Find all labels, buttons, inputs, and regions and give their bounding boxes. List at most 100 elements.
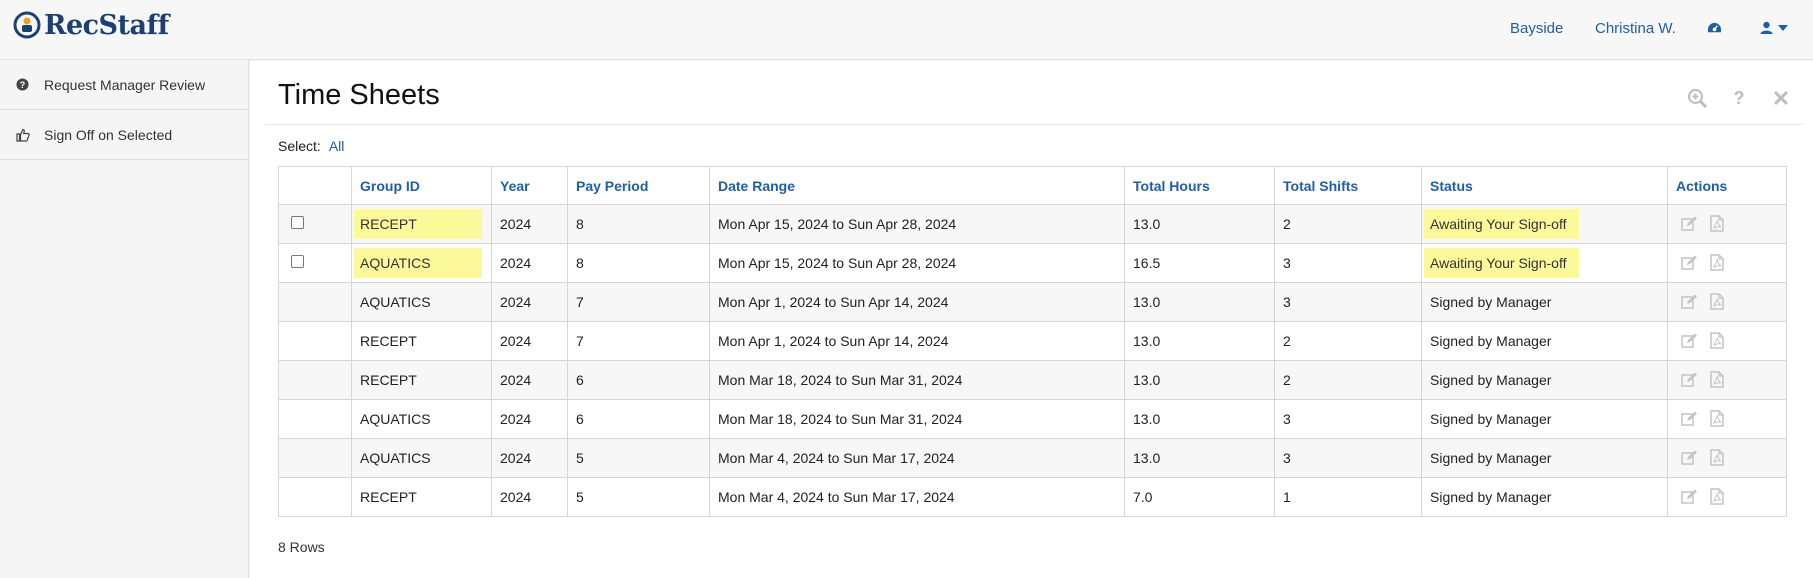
select-cell <box>278 243 352 283</box>
user-name-label[interactable]: Christina W. <box>1595 20 1676 37</box>
user-menu-button[interactable] <box>1760 0 1788 56</box>
sidebar: ? Request Manager Review Sign Off on Sel… <box>0 60 249 578</box>
row-select-checkbox[interactable] <box>291 215 304 229</box>
column-header-total-hours[interactable]: Total Hours <box>1124 166 1275 205</box>
table-row[interactable]: RECEPT 2024 8 Mon Apr 15, 2024 to Sun Apr 2… <box>278 204 1787 244</box>
status-cell: Signed by Manager <box>1421 438 1668 478</box>
total-hours-cell: 13.0 <box>1124 204 1275 244</box>
select-column-header <box>278 166 352 205</box>
table-row[interactable]: RECEPT 2024 6 Mon Mar 18, 2024 to Sun Mar 3… <box>278 360 1787 400</box>
edit-icon[interactable] <box>1680 214 1698 234</box>
help-icon[interactable]: ? <box>1729 88 1749 108</box>
table-row[interactable]: AQUATICS 2024 6 Mon Mar 18, 2024 to Sun Mar… <box>278 399 1787 439</box>
pay-period-cell: 7 <box>567 282 710 322</box>
thumbs-up-icon <box>16 128 44 142</box>
app-logo[interactable]: RecStaff <box>12 8 169 42</box>
zoom-in-icon[interactable] <box>1687 88 1707 108</box>
status-value: Awaiting Your Sign-off <box>1424 248 1579 278</box>
pdf-file-icon[interactable] <box>1708 448 1726 468</box>
year-cell: 2024 <box>491 321 568 361</box>
year-cell: 2024 <box>491 204 568 244</box>
pdf-file-icon[interactable] <box>1708 487 1726 507</box>
group-id-cell: AQUATICS <box>351 438 492 478</box>
total-shifts-cell: 3 <box>1274 399 1422 439</box>
sign-off-selected-button[interactable]: Sign Off on Selected <box>0 110 248 160</box>
user-name-link[interactable]: Christina W. <box>1595 0 1676 56</box>
timesheets-table: Group ID Year Pay Period Date Range Tota… <box>278 166 1787 517</box>
location-label[interactable]: Bayside <box>1510 20 1563 37</box>
pdf-file-icon[interactable] <box>1708 292 1726 312</box>
edit-icon[interactable] <box>1680 292 1698 312</box>
row-select-checkbox[interactable] <box>291 254 304 268</box>
column-header-status[interactable]: Status <box>1421 166 1668 205</box>
svg-text:?: ? <box>1734 89 1745 107</box>
date-range-cell: Mon Mar 18, 2024 to Sun Mar 31, 2024 <box>709 360 1125 400</box>
group-id-value: AQUATICS <box>360 450 431 466</box>
table-row[interactable]: AQUATICS 2024 7 Mon Apr 1, 2024 to Sun Apr … <box>278 282 1787 322</box>
edit-icon[interactable] <box>1680 448 1698 468</box>
pdf-file-icon[interactable] <box>1708 331 1726 351</box>
edit-icon[interactable] <box>1680 409 1698 429</box>
column-header-pay-period[interactable]: Pay Period <box>567 166 710 205</box>
total-hours-cell: 13.0 <box>1124 399 1275 439</box>
pay-period-cell: 5 <box>567 438 710 478</box>
group-id-cell: RECEPT <box>351 321 492 361</box>
year-cell: 2024 <box>491 360 568 400</box>
column-header-total-shifts[interactable]: Total Shifts <box>1274 166 1422 205</box>
close-icon[interactable] <box>1771 88 1791 108</box>
user-icon <box>1760 21 1773 34</box>
location-link[interactable]: Bayside <box>1510 0 1563 56</box>
status-cell: Signed by Manager <box>1421 321 1668 361</box>
pdf-file-icon[interactable] <box>1708 253 1726 273</box>
group-id-value: RECEPT <box>360 489 417 505</box>
edit-icon[interactable] <box>1680 331 1698 351</box>
column-header-actions: Actions <box>1667 166 1787 205</box>
actions-cell <box>1667 399 1787 439</box>
group-id-value: RECEPT <box>354 209 482 239</box>
date-range-cell: Mon Mar 4, 2024 to Sun Mar 17, 2024 <box>709 477 1125 517</box>
select-cell <box>278 321 352 361</box>
edit-icon[interactable] <box>1680 370 1698 390</box>
row-count: 8 Rows <box>278 539 325 555</box>
group-id-value: RECEPT <box>360 372 417 388</box>
table-row[interactable]: AQUATICS 2024 8 Mon Apr 15, 2024 to Sun Apr… <box>278 243 1787 283</box>
pdf-file-icon[interactable] <box>1708 409 1726 429</box>
actions-cell <box>1667 321 1787 361</box>
select-all-link[interactable]: All <box>329 138 345 154</box>
logo-text: RecStaff <box>44 9 169 41</box>
select-cell <box>278 360 352 400</box>
column-header-group-id[interactable]: Group ID <box>351 166 492 205</box>
table-row[interactable]: AQUATICS 2024 5 Mon Mar 4, 2024 to Sun Mar … <box>278 438 1787 478</box>
table-row[interactable]: RECEPT 2024 7 Mon Apr 1, 2024 to Sun Apr 14… <box>278 321 1787 361</box>
status-value: Signed by Manager <box>1430 372 1552 388</box>
total-shifts-cell: 3 <box>1274 282 1422 322</box>
date-range-cell: Mon Apr 15, 2024 to Sun Apr 28, 2024 <box>709 204 1125 244</box>
actions-cell <box>1667 243 1787 283</box>
page-title: Time Sheets <box>278 79 440 111</box>
pdf-file-icon[interactable] <box>1708 370 1726 390</box>
total-hours-cell: 13.0 <box>1124 360 1275 400</box>
table-row[interactable]: RECEPT 2024 5 Mon Mar 4, 2024 to Sun Mar 17… <box>278 477 1787 517</box>
status-cell: Signed by Manager <box>1421 360 1668 400</box>
edit-icon[interactable] <box>1680 487 1698 507</box>
request-manager-review-button[interactable]: ? Request Manager Review <box>0 60 248 110</box>
title-divider <box>265 124 1803 125</box>
panel-tools: ? <box>1687 88 1791 108</box>
group-id-cell: RECEPT <box>351 204 492 244</box>
pdf-file-icon[interactable] <box>1708 214 1726 234</box>
group-id-value: AQUATICS <box>354 248 482 278</box>
edit-icon[interactable] <box>1680 253 1698 273</box>
status-value: Signed by Manager <box>1430 489 1552 505</box>
status-value: Signed by Manager <box>1430 333 1552 349</box>
dashboard-icon[interactable] <box>1707 0 1722 56</box>
caret-down-icon <box>1778 25 1788 31</box>
select-cell <box>278 399 352 439</box>
group-id-cell: AQUATICS <box>351 243 492 283</box>
year-cell: 2024 <box>491 399 568 439</box>
select-cell <box>278 204 352 244</box>
status-value: Awaiting Your Sign-off <box>1424 209 1579 239</box>
column-header-date-range[interactable]: Date Range <box>709 166 1125 205</box>
column-header-year[interactable]: Year <box>491 166 568 205</box>
recstaff-logo-icon <box>12 10 42 40</box>
actions-cell <box>1667 282 1787 322</box>
